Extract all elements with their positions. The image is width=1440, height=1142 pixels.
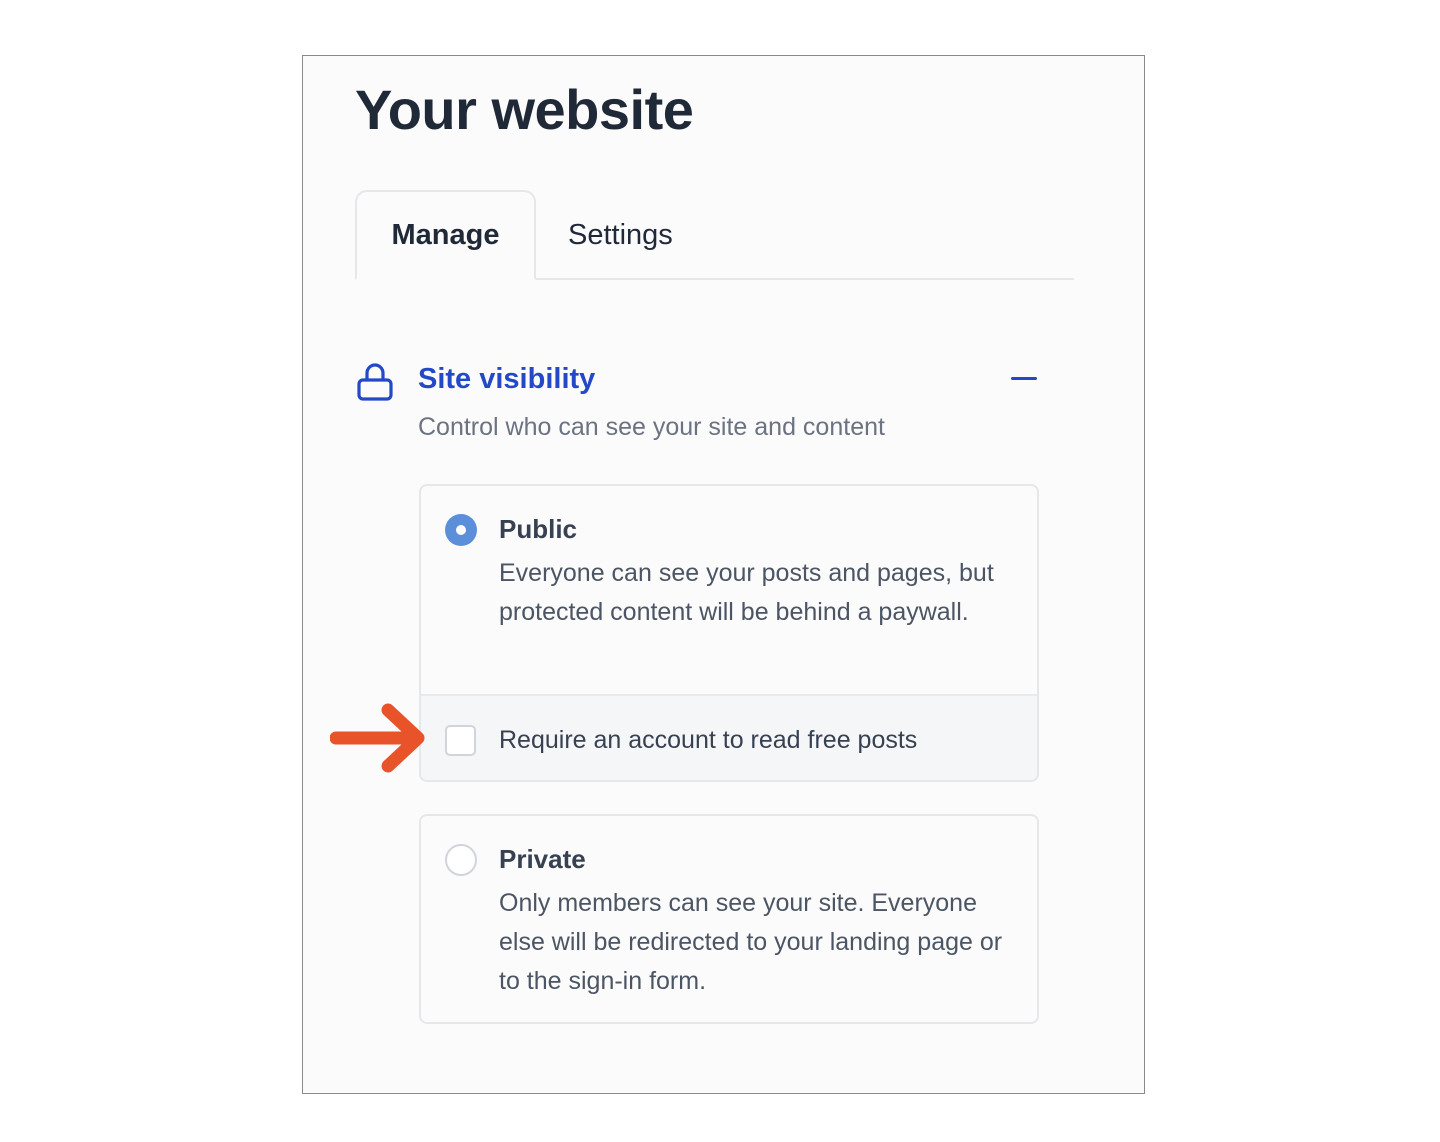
section-description: Control who can see your site and conten… — [418, 413, 885, 441]
option-card-public[interactable]: Public Everyone can see your posts and p… — [419, 484, 1039, 782]
radio-private[interactable] — [445, 844, 477, 876]
option-label-private: Private — [499, 844, 586, 874]
minus-icon[interactable] — [1008, 364, 1040, 392]
option-description-private: Only members can see your site. Everyone… — [499, 889, 1003, 995]
option-label-public: Public — [499, 514, 578, 544]
require-account-row[interactable]: Require an account to read free posts — [421, 694, 1037, 780]
page-title: Your website — [355, 78, 694, 141]
require-account-label[interactable]: Require an account to read free posts — [499, 722, 917, 758]
tab-manage[interactable]: Manage — [355, 190, 536, 280]
option-description-public: Everyone can see your posts and pages, b… — [499, 559, 994, 626]
tab-settings[interactable]: Settings — [568, 190, 708, 280]
arrow-right-icon — [330, 703, 425, 773]
radio-public[interactable] — [445, 514, 477, 546]
option-card-private[interactable]: Private Only members can see your site. … — [419, 814, 1039, 1024]
require-account-checkbox[interactable] — [445, 725, 476, 756]
section-title-site-visibility[interactable]: Site visibility — [418, 360, 595, 398]
tab-bar: Manage Settings — [355, 190, 1074, 280]
lock-icon — [357, 363, 393, 401]
